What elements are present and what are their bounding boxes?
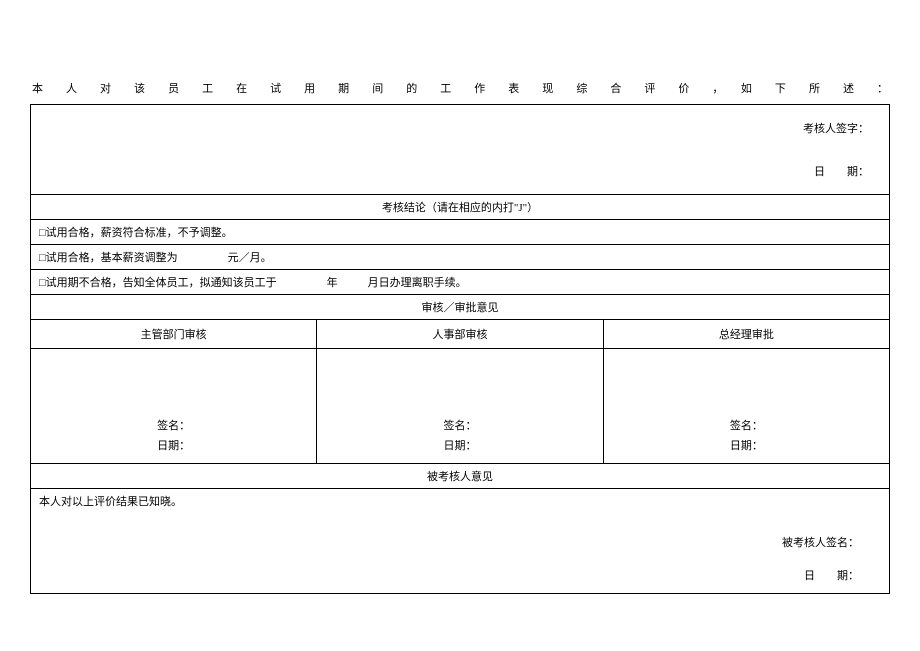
reviewed-sign-label: 被考核人签名：: [782, 534, 859, 550]
approval-header: 审核／审批意见: [31, 295, 890, 320]
approval-col2-sign: 签名：: [317, 417, 602, 433]
option-3-a: □试用期不合格，告知全体员工，拟通知该员工于: [39, 277, 277, 289]
evaluation-form-table: 考核人签字： 日 期： 考核结论（请在相应的内打"J"） □试用合格，薪资符合标…: [30, 104, 890, 594]
option-3: □试用期不合格，告知全体员工，拟通知该员工于 年 月日办理离职手续。: [31, 270, 890, 295]
approval-col2-box: 签名： 日期：: [317, 349, 603, 464]
evaluator-comment-cell: 考核人签字： 日 期：: [31, 105, 890, 195]
conclusion-header: 考核结论（请在相应的内打"J"）: [31, 195, 890, 220]
intro-text: 本 人 对 该 员 工 在 试 用 期 间 的 工 作 表 现 综 合 评 价 …: [30, 80, 890, 96]
approval-col3-sign: 签名：: [604, 417, 889, 433]
option-2-a: □试用合格，基本薪资调整为: [39, 252, 178, 264]
reviewed-box: 本人对以上评价结果已知晓。 被考核人签名： 日 期：: [31, 489, 890, 594]
approval-col3-header: 总经理审批: [603, 320, 889, 349]
approval-col2-header: 人事部审核: [317, 320, 603, 349]
approval-col1-box: 签名： 日期：: [31, 349, 317, 464]
option-3-b: 年: [327, 277, 338, 289]
approval-col3-date: 日期：: [604, 437, 889, 453]
reviewed-date-label: 日 期：: [804, 567, 859, 583]
approval-col1-date: 日期：: [31, 437, 316, 453]
evaluator-sign-label: 考核人签字：: [803, 120, 869, 136]
approval-col3-box: 签名： 日期：: [603, 349, 889, 464]
approval-col2-date: 日期：: [317, 437, 602, 453]
option-1: □试用合格，薪资符合标准，不予调整。: [31, 220, 890, 245]
option-3-c: 月日办理离职手续。: [368, 277, 467, 289]
approval-col1-header: 主管部门审核: [31, 320, 317, 349]
reviewed-header: 被考核人意见: [31, 464, 890, 489]
reviewed-text: 本人对以上评价结果已知晓。: [39, 493, 881, 509]
approval-col1-sign: 签名：: [31, 417, 316, 433]
evaluator-date-label: 日 期：: [814, 163, 869, 179]
option-2-b: 元／月。: [228, 252, 272, 264]
option-2: □试用合格，基本薪资调整为 元／月。: [31, 245, 890, 270]
